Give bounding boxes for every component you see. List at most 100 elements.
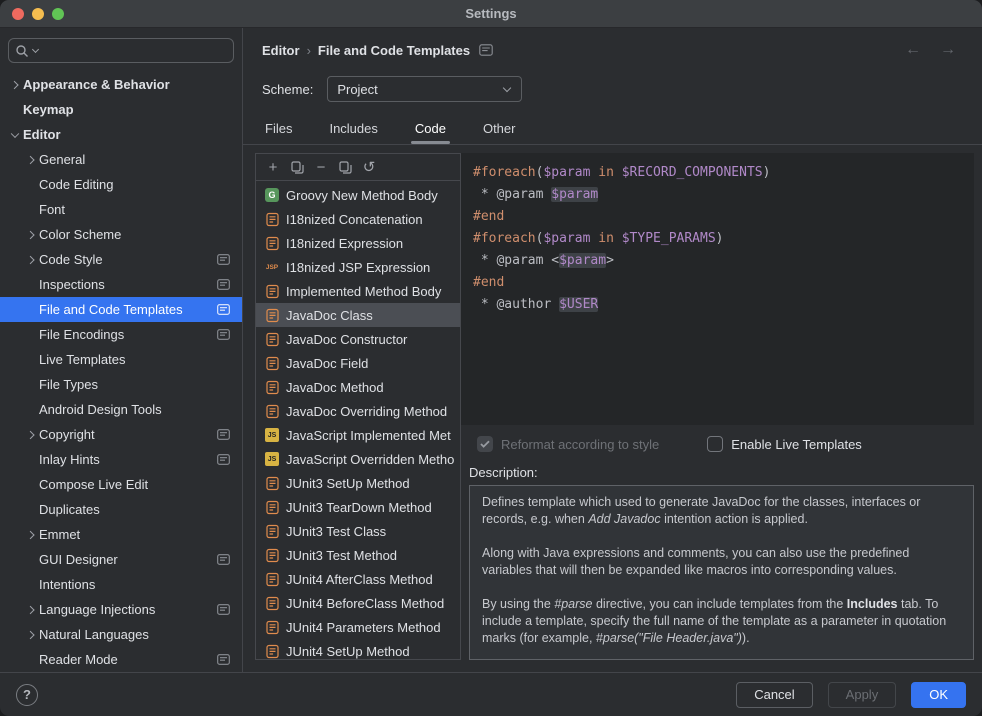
enable-live-templates-checkbox[interactable]: Enable Live Templates <box>707 436 862 452</box>
template-item-groovy-new-method-body[interactable]: GGroovy New Method Body <box>256 183 460 207</box>
sidebar-item-copyright[interactable]: Copyright <box>0 422 242 447</box>
template-item-label: JUnit4 AfterClass Method <box>286 572 433 587</box>
cancel-button[interactable]: Cancel <box>736 682 812 708</box>
template-editor[interactable]: #foreach($param in $RECORD_COMPONENTS) *… <box>461 153 974 425</box>
chevron-spacer <box>22 297 39 322</box>
help-button[interactable]: ? <box>16 684 38 706</box>
checkbox-unchecked-icon <box>707 436 723 452</box>
template-item-label: JUnit3 Test Class <box>286 524 386 539</box>
editor-settings-icon <box>211 554 230 565</box>
template-item-label: JavaDoc Method <box>286 380 384 395</box>
sidebar-item-label: Code Style <box>39 252 103 267</box>
reformat-checkbox[interactable]: Reformat according to style <box>477 436 659 452</box>
template-item-label: JUnit3 Test Method <box>286 548 397 563</box>
description-box[interactable]: Defines template which used to generate … <box>469 485 974 660</box>
template-item-label: JUnit4 BeforeClass Method <box>286 596 444 611</box>
sidebar-item-duplicates[interactable]: Duplicates <box>0 497 242 522</box>
template-toolbar: + − ↺ <box>256 154 460 181</box>
sidebar-item-keymap[interactable]: Keymap <box>0 97 242 122</box>
tab-code[interactable]: Code <box>413 112 448 144</box>
sidebar-item-language-injections[interactable]: Language Injections <box>0 597 242 622</box>
sidebar-item-inspections[interactable]: Inspections <box>0 272 242 297</box>
chevron-right-icon[interactable] <box>22 422 39 447</box>
chevron-right-icon[interactable] <box>22 622 39 647</box>
sidebar-item-code-editing[interactable]: Code Editing <box>0 172 242 197</box>
template-item-javascript-implemented-met[interactable]: JSJavaScript Implemented Met <box>256 423 460 447</box>
copy-icon[interactable] <box>286 156 308 178</box>
sidebar-item-file-types[interactable]: File Types <box>0 372 242 397</box>
chevron-spacer <box>22 447 39 472</box>
sidebar-item-label: Inspections <box>39 277 105 292</box>
search-input[interactable] <box>43 42 227 59</box>
chevron-right-icon[interactable] <box>22 147 39 172</box>
sidebar-item-emmet[interactable]: Emmet <box>0 522 242 547</box>
template-item-i18nized-concatenation[interactable]: I18nized Concatenation <box>256 207 460 231</box>
chevron-right-icon[interactable] <box>22 222 39 247</box>
template-item-junit4-parameters-method[interactable]: JUnit4 Parameters Method <box>256 615 460 639</box>
sidebar-item-label: Android Design Tools <box>39 402 162 417</box>
template-item-junit3-teardown-method[interactable]: JUnit3 TearDown Method <box>256 495 460 519</box>
sidebar-item-file-encodings[interactable]: File Encodings <box>0 322 242 347</box>
settings-search[interactable] <box>8 38 234 63</box>
options-row: Reformat according to style Enable Live … <box>477 436 974 452</box>
chevron-right-icon[interactable] <box>22 522 39 547</box>
forward-button[interactable]: → <box>934 41 962 59</box>
template-item-javadoc-method[interactable]: JavaDoc Method <box>256 375 460 399</box>
template-item-i18nized-expression[interactable]: I18nized Expression <box>256 231 460 255</box>
search-options-chevron-icon[interactable] <box>32 47 40 55</box>
sidebar-item-live-templates[interactable]: Live Templates <box>0 347 242 372</box>
code-line: #end <box>473 272 962 294</box>
template-item-javadoc-field[interactable]: JavaDoc Field <box>256 351 460 375</box>
tab-other[interactable]: Other <box>481 112 518 144</box>
titlebar: Settings <box>0 0 982 28</box>
sidebar-item-inlay-hints[interactable]: Inlay Hints <box>0 447 242 472</box>
chevron-spacer <box>22 372 39 397</box>
sidebar-item-font[interactable]: Font <box>0 197 242 222</box>
template-item-javadoc-overriding-method[interactable]: JavaDoc Overriding Method <box>256 399 460 423</box>
breadcrumb-editor[interactable]: Editor <box>262 43 300 58</box>
chevron-right-icon[interactable] <box>6 72 23 97</box>
sidebar-item-intentions[interactable]: Intentions <box>0 572 242 597</box>
sidebar-item-editor[interactable]: Editor <box>0 122 242 147</box>
sidebar-item-appearance-behavior[interactable]: Appearance & Behavior <box>0 72 242 97</box>
tab-files[interactable]: Files <box>263 112 294 144</box>
back-button[interactable]: ← <box>899 41 927 59</box>
add-icon[interactable]: + <box>262 156 284 178</box>
tab-includes[interactable]: Includes <box>327 112 379 144</box>
chevron-down-icon[interactable] <box>6 122 23 147</box>
template-item-javadoc-class[interactable]: JavaDoc Class <box>256 303 460 327</box>
ok-button[interactable]: OK <box>911 682 966 708</box>
settings-sidebar: Appearance & BehaviorKeymapEditorGeneral… <box>0 28 243 672</box>
template-item-label: JavaDoc Overriding Method <box>286 404 447 419</box>
duplicate-icon[interactable] <box>334 156 356 178</box>
template-item-junit4-beforeclass-method[interactable]: JUnit4 BeforeClass Method <box>256 591 460 615</box>
template-item-junit3-test-method[interactable]: JUnit3 Test Method <box>256 543 460 567</box>
chevron-right-icon[interactable] <box>22 597 39 622</box>
sidebar-item-file-and-code-templates[interactable]: File and Code Templates <box>0 297 242 322</box>
remove-icon[interactable]: − <box>310 156 332 178</box>
apply-button[interactable]: Apply <box>828 682 897 708</box>
zoom-button[interactable] <box>52 8 64 20</box>
sidebar-item-color-scheme[interactable]: Color Scheme <box>0 222 242 247</box>
sidebar-item-compose-live-edit[interactable]: Compose Live Edit <box>0 472 242 497</box>
code-line: #foreach($param in $RECORD_COMPONENTS) <box>473 162 962 184</box>
sidebar-item-natural-languages[interactable]: Natural Languages <box>0 622 242 647</box>
template-item-junit4-afterclass-method[interactable]: JUnit4 AfterClass Method <box>256 567 460 591</box>
sidebar-item-reader-mode[interactable]: Reader Mode <box>0 647 242 672</box>
sidebar-item-general[interactable]: General <box>0 147 242 172</box>
sidebar-item-code-style[interactable]: Code Style <box>0 247 242 272</box>
template-item-javadoc-constructor[interactable]: JavaDoc Constructor <box>256 327 460 351</box>
template-item-implemented-method-body[interactable]: Implemented Method Body <box>256 279 460 303</box>
sidebar-item-android-design-tools[interactable]: Android Design Tools <box>0 397 242 422</box>
template-item-junit3-test-class[interactable]: JUnit3 Test Class <box>256 519 460 543</box>
minimize-button[interactable] <box>32 8 44 20</box>
revert-icon[interactable]: ↺ <box>358 156 380 178</box>
chevron-right-icon[interactable] <box>22 247 39 272</box>
scheme-select[interactable]: Project <box>327 76 522 102</box>
close-button[interactable] <box>12 8 24 20</box>
template-item-junit3-setup-method[interactable]: JUnit3 SetUp Method <box>256 471 460 495</box>
template-item-javascript-overridden-metho[interactable]: JSJavaScript Overridden Metho <box>256 447 460 471</box>
template-item-junit4-setup-method[interactable]: JUnit4 SetUp Method <box>256 639 460 659</box>
template-item-i18nized-jsp-expression[interactable]: JSPI18nized JSP Expression <box>256 255 460 279</box>
sidebar-item-gui-designer[interactable]: GUI Designer <box>0 547 242 572</box>
